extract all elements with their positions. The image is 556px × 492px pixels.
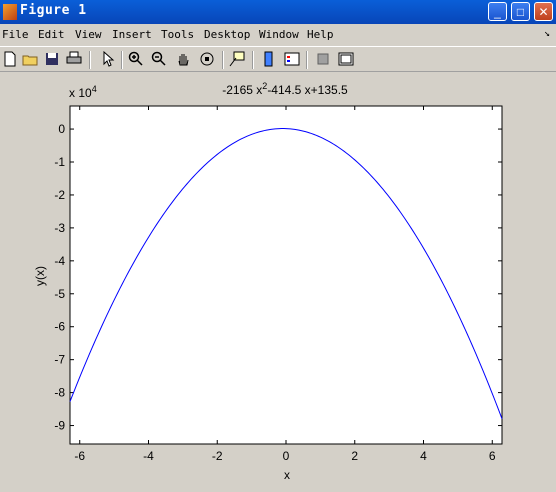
x-tick-label: 2 bbox=[351, 449, 358, 463]
menu-desktop[interactable]: Desktop bbox=[204, 28, 250, 41]
window-titlebar: Figure 1 _ □ ✕ bbox=[0, 0, 556, 24]
menu-file[interactable]: File bbox=[2, 28, 29, 41]
x-tick-label: 4 bbox=[420, 449, 427, 463]
legend-icon[interactable] bbox=[284, 51, 300, 67]
axes-box[interactable] bbox=[69, 105, 503, 445]
y-tick-label: -7 bbox=[54, 353, 65, 367]
menu-view[interactable]: View bbox=[75, 28, 102, 41]
y-tick-label: -9 bbox=[54, 419, 65, 433]
open-folder-icon[interactable] bbox=[22, 51, 38, 67]
y-axis-label: y(x) bbox=[33, 266, 47, 286]
print-icon[interactable] bbox=[66, 51, 82, 67]
x-tick-label: 0 bbox=[283, 449, 290, 463]
y-axis-multiplier: x 104 bbox=[69, 84, 97, 100]
x-tick-label: 6 bbox=[489, 449, 496, 463]
menu-insert[interactable]: Insert bbox=[112, 28, 152, 41]
colorbar-icon[interactable] bbox=[261, 51, 277, 67]
menu-bar: File Edit View Insert Tools Desktop Wind… bbox=[0, 26, 556, 44]
y-tick-label: 0 bbox=[58, 122, 65, 136]
data-cursor-icon[interactable] bbox=[229, 51, 245, 67]
y-tick-label: -6 bbox=[54, 320, 65, 334]
pointer-icon[interactable] bbox=[100, 51, 116, 67]
y-tick-label: -3 bbox=[54, 221, 65, 235]
x-tick-label: -2 bbox=[212, 449, 223, 463]
hide-plot-tools-icon[interactable] bbox=[315, 51, 331, 67]
y-tick-label: -4 bbox=[54, 254, 65, 268]
show-plot-tools-icon[interactable] bbox=[338, 51, 354, 67]
x-tick-label: -6 bbox=[74, 449, 85, 463]
window-title: Figure 1 bbox=[20, 3, 87, 18]
pan-hand-icon[interactable] bbox=[175, 51, 191, 67]
y-tick-label: -2 bbox=[54, 188, 65, 202]
x-tick-label: -4 bbox=[143, 449, 154, 463]
matlab-icon bbox=[3, 4, 17, 20]
y-tick-label: -8 bbox=[54, 386, 65, 400]
y-tick-label: -5 bbox=[54, 287, 65, 301]
zoom-in-icon[interactable] bbox=[128, 51, 144, 67]
figure-toolbar bbox=[0, 46, 556, 72]
chart-title: -2165 x2-414.5 x+135.5 bbox=[222, 81, 348, 97]
menu-overflow-arrow[interactable]: ↘ bbox=[544, 28, 550, 39]
new-file-icon[interactable] bbox=[2, 51, 18, 67]
minimize-button[interactable]: _ bbox=[488, 2, 507, 21]
menu-tools[interactable]: Tools bbox=[161, 28, 194, 41]
x-axis-label: x bbox=[284, 468, 290, 482]
menu-edit[interactable]: Edit bbox=[38, 28, 65, 41]
close-button[interactable]: ✕ bbox=[534, 2, 553, 21]
menu-help[interactable]: Help bbox=[307, 28, 334, 41]
save-icon[interactable] bbox=[44, 51, 60, 67]
y-tick-label: -1 bbox=[54, 155, 65, 169]
rotate-3d-icon[interactable] bbox=[199, 51, 215, 67]
menu-window[interactable]: Window bbox=[259, 28, 299, 41]
maximize-button[interactable]: □ bbox=[511, 2, 530, 21]
figure-canvas[interactable]: 0 -1 -2 -3 -4 -5 -6 -7 -8 -9 -6 -4 -2 0 2 4 6 -2165 x2-… bbox=[0, 72, 556, 492]
zoom-out-icon[interactable] bbox=[151, 51, 167, 67]
